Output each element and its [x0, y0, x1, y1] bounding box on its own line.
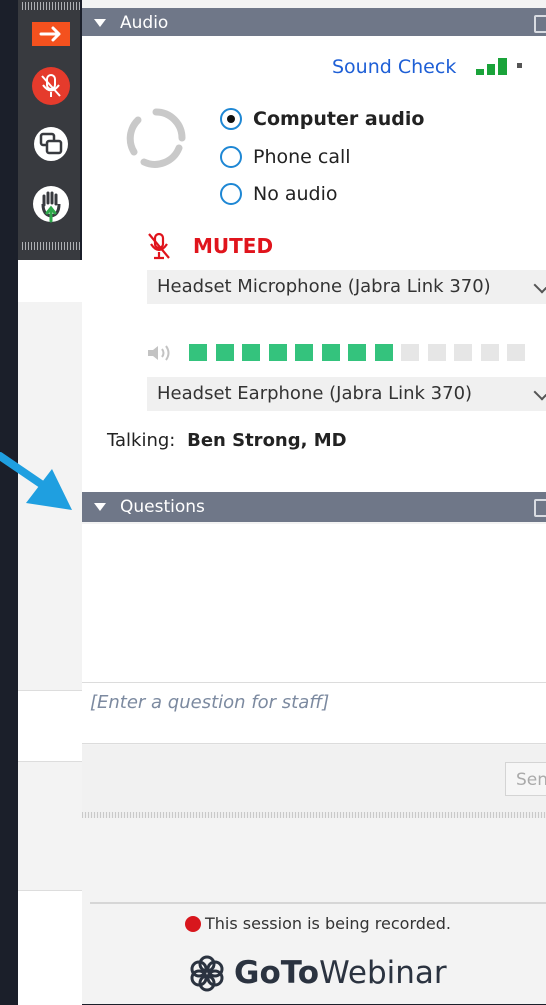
toolbar-grip-bottom[interactable]: [22, 242, 80, 250]
no-audio-label: No audio: [253, 183, 338, 205]
radio-button-selected[interactable]: [220, 108, 242, 130]
level-meter-bar: [480, 344, 499, 361]
sound-check-link[interactable]: Sound Check: [332, 56, 456, 78]
computer-audio-option[interactable]: Computer audio: [220, 108, 424, 130]
talking-name: Ben Strong, MD: [187, 430, 347, 451]
recording-text: This session is being recorded.: [205, 914, 451, 933]
level-meter-bar: [268, 344, 287, 361]
level-meter-bar: [427, 344, 446, 361]
level-meter-bar: [295, 344, 313, 361]
screen-share-icon: [34, 127, 68, 161]
signal-strength-icon: [476, 58, 522, 75]
level-meter-bar: [507, 344, 525, 361]
speaker-select-value: Headset Earphone (Jabra Link 370): [157, 383, 473, 404]
level-meter-bar: [348, 344, 366, 361]
audio-section-body: [82, 36, 546, 492]
mic-muted-icon: [32, 67, 70, 105]
annotation-arrow-icon: [0, 452, 72, 510]
raise-hand-icon: [33, 186, 69, 223]
level-meter-bar: [215, 344, 234, 361]
audio-section-header[interactable]: Audio: [82, 8, 546, 38]
muted-status-text: MUTED: [193, 234, 274, 258]
toolbar-grip-top[interactable]: [22, 2, 80, 10]
no-audio-option[interactable]: No audio: [220, 183, 338, 205]
level-meter-bar: [189, 344, 207, 361]
chevron-down-icon: [533, 383, 546, 401]
raise-hand-button[interactable]: [26, 184, 76, 224]
send-button[interactable]: Send: [505, 762, 546, 796]
panel-header-strip: [18, 260, 82, 302]
gotowebinar-flower-icon: [190, 955, 224, 992]
collapse-triangle-icon: [94, 503, 106, 511]
attendee-list-panel: [18, 260, 83, 1005]
send-area: Send: [82, 745, 546, 812]
panel-row: [18, 890, 82, 1005]
microphone-select-value: Headset Microphone (Jabra Link 370): [157, 276, 491, 297]
level-meter-bar: [374, 344, 393, 361]
recording-dot-icon: [185, 915, 201, 932]
level-meter-bar: [454, 344, 472, 361]
speaker-select[interactable]: Headset Earphone (Jabra Link 370): [147, 377, 546, 411]
recording-notice: This session is being recorded.: [185, 914, 451, 933]
question-input[interactable]: [Enter a question for staff]: [82, 682, 546, 744]
panel-row: [18, 690, 82, 762]
phone-call-option[interactable]: Phone call: [220, 146, 351, 168]
level-meter-bar: [321, 344, 340, 361]
gotowebinar-logo: GoTo Webinar: [188, 954, 447, 992]
talking-indicator: Talking: Ben Strong, MD: [107, 430, 347, 451]
brand-webinar: Webinar: [319, 955, 447, 991]
audio-section-title: Audio: [120, 13, 169, 33]
radio-button[interactable]: [220, 146, 242, 168]
popout-icon[interactable]: [534, 15, 546, 33]
radio-button[interactable]: [220, 183, 242, 205]
side-toolbar: [18, 0, 80, 265]
phone-call-label: Phone call: [253, 146, 351, 168]
panel-resize-handle[interactable]: [82, 812, 546, 818]
microphone-select[interactable]: Headset Microphone (Jabra Link 370): [147, 270, 546, 304]
chevron-down-icon: [533, 276, 546, 294]
footer-divider: [90, 902, 546, 904]
collapse-triangle-icon: [94, 19, 106, 27]
mute-toggle-button[interactable]: [26, 66, 76, 106]
expand-panel-button[interactable]: [26, 14, 76, 54]
talking-label: Talking:: [107, 430, 176, 451]
computer-audio-label: Computer audio: [253, 108, 425, 130]
level-meter-bar: [401, 344, 419, 361]
screen-share-button[interactable]: [26, 124, 76, 164]
arrow-right-icon: [32, 22, 70, 46]
level-meter-bar: [242, 344, 260, 361]
audio-connecting-spinner-icon: [126, 108, 186, 168]
questions-log: [82, 524, 546, 682]
speaker-volume-icon: [148, 345, 170, 361]
questions-section-title: Questions: [120, 497, 205, 517]
brand-goto: GoTo: [234, 955, 320, 991]
questions-section-header[interactable]: Questions: [82, 492, 546, 522]
popout-icon[interactable]: [534, 499, 546, 517]
mic-muted-status-icon: [148, 232, 170, 260]
